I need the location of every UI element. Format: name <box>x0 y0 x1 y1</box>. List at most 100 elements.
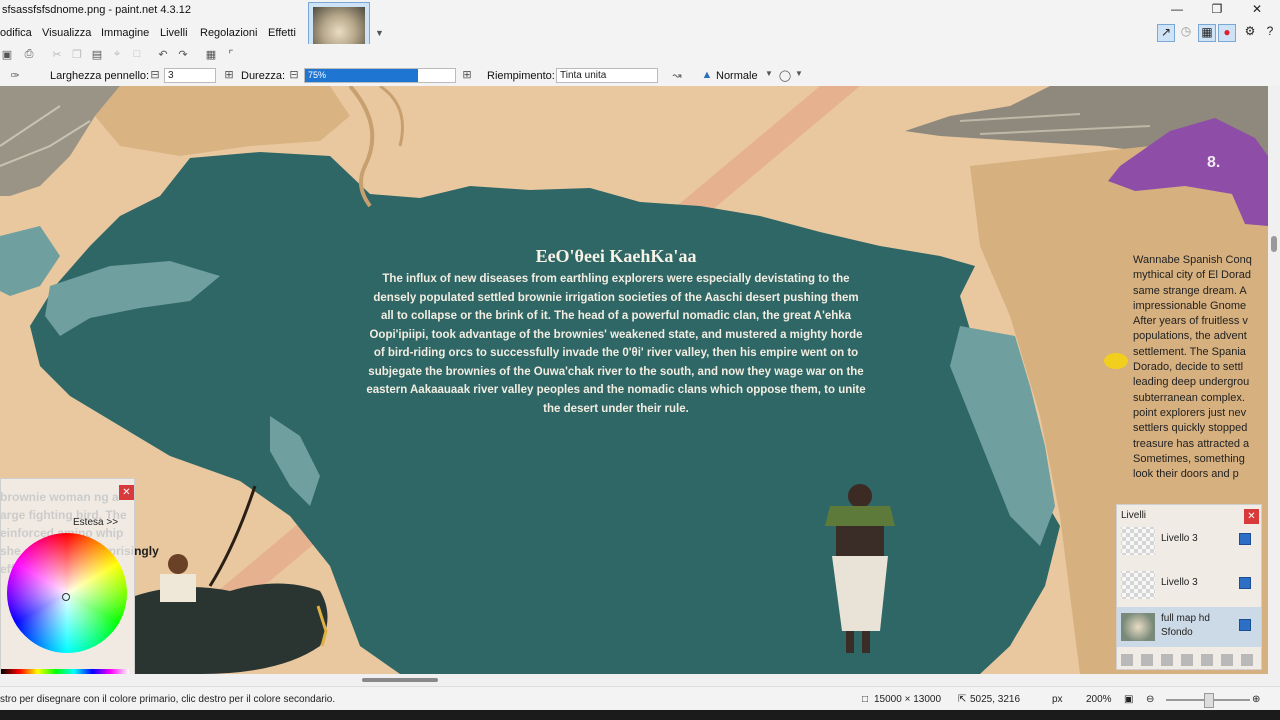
deselect-icon[interactable]: □ <box>130 48 144 62</box>
side-text-line: Sometimes, something <box>1133 452 1245 465</box>
decrease-icon[interactable]: ⊟ <box>287 68 301 82</box>
menu-layers[interactable]: Livelli <box>160 27 188 39</box>
layer-visibility-checkbox[interactable] <box>1239 619 1251 631</box>
side-text-line: settlement. The Spania <box>1133 345 1246 358</box>
taskbar <box>0 710 1280 720</box>
horizontal-scroll-thumb[interactable] <box>362 678 438 682</box>
restore-icon[interactable]: ❐ <box>1202 2 1232 20</box>
layer-properties-icon[interactable] <box>1241 654 1253 666</box>
delete-layer-icon[interactable] <box>1141 654 1153 666</box>
menu-bar: odifica Visualizza Immagine Livelli Rego… <box>0 22 1280 44</box>
copy-icon[interactable]: ❐ <box>70 48 84 62</box>
fill-select[interactable]: Tinta unita <box>556 68 658 83</box>
side-text-line: same strange dream. A <box>1133 284 1247 297</box>
title-bar: sfsassfsfsdnome.png - paint.net 4.3.12 —… <box>0 0 1280 22</box>
side-text-line: point explorers just nev <box>1133 406 1247 419</box>
image-canvas[interactable]: 8. EeO'θeei KaehKa'aa The influx of new … <box>0 86 1268 674</box>
redo-icon[interactable]: ↷ <box>176 48 190 62</box>
decrease-icon[interactable]: ⊟ <box>148 68 162 82</box>
zoom-in-icon[interactable]: ⊕ <box>1252 694 1260 705</box>
map-title: EeO'θeei KaehKa'aa <box>535 246 697 266</box>
add-layer-icon[interactable] <box>1121 654 1133 666</box>
layer-row[interactable]: Livello 3 <box>1117 521 1261 561</box>
status-bar: stro per disegnare con il colore primari… <box>0 686 1280 711</box>
antialias-icon[interactable]: ↝ <box>670 69 684 83</box>
vertical-scrollbar[interactable] <box>1268 86 1280 674</box>
print-icon[interactable]: ⎙ <box>22 48 36 62</box>
crop-icon[interactable]: ⌖ <box>110 48 124 62</box>
cursor-position-icon: ⇱ <box>958 694 967 705</box>
vertical-scroll-thumb[interactable] <box>1271 236 1277 252</box>
brush-width-label: Larghezza pennello: <box>50 70 150 82</box>
paste-icon[interactable]: ▤ <box>90 48 104 62</box>
duplicate-layer-icon[interactable] <box>1161 654 1173 666</box>
status-hint: stro per disegnare con il colore primari… <box>0 694 336 705</box>
layer-visibility-checkbox[interactable] <box>1239 533 1251 545</box>
side-text-line: mythical city of El Dorad <box>1133 269 1251 282</box>
colors-panel: ✕ Estesa >> <box>0 478 135 686</box>
minimize-icon[interactable]: — <box>1162 2 1192 20</box>
hardness-slider[interactable]: 75% <box>304 68 456 83</box>
toolbar: ▣ ⎙ ✂ ❐ ▤ ⌖ □ ↶ ↷ ▦ ⌜ <box>0 44 1280 66</box>
side-text-line: treasure has attracted a <box>1133 437 1250 450</box>
window-title: sfsassfsfsdnome.png - paint.net 4.3.12 <box>2 4 191 16</box>
extended-mode-button[interactable]: Estesa >> <box>73 517 118 528</box>
background-layer-name: Sfondo <box>1161 627 1193 638</box>
brush-width-input[interactable]: 3 <box>164 68 216 83</box>
paintbrush-icon[interactable]: ✑ <box>8 69 22 83</box>
menu-view[interactable]: Visualizza <box>42 27 91 39</box>
blend-mode-icon[interactable]: ▲ <box>700 69 714 83</box>
undo-icon[interactable]: ↶ <box>156 48 170 62</box>
chevron-down-icon[interactable]: ▼ <box>792 69 806 83</box>
gear-icon[interactable]: ⚙ <box>1242 24 1258 40</box>
layer-thumbnail <box>1121 527 1155 555</box>
move-layer-down-icon[interactable] <box>1221 654 1233 666</box>
layer-thumbnail <box>1121 571 1155 599</box>
side-text-line: leading deep undergrou <box>1133 376 1250 389</box>
increase-icon[interactable]: ⊞ <box>222 68 236 82</box>
color-picker-handle[interactable] <box>62 593 70 601</box>
side-text-block: Wannabe Spanish Conq mythical city of El… <box>1133 253 1268 482</box>
colors-window-icon[interactable]: ● <box>1218 24 1236 42</box>
help-icon[interactable]: ? <box>1262 24 1278 40</box>
layer-row[interactable]: Livello 3 <box>1117 565 1261 605</box>
selection-mode-icon[interactable]: ◯ <box>778 69 792 83</box>
tool-options-bar: ✑ Larghezza pennello: ⊟ 3 ⊞ Durezza: ⊟ 7… <box>0 66 1280 87</box>
menu-image[interactable]: Immagine <box>101 27 149 39</box>
layers-panel: Livelli ✕ Livello 3 Livello 3 full map h… <box>1116 504 1262 670</box>
chevron-down-icon[interactable]: ▼ <box>375 28 384 38</box>
menu-adjustments[interactable]: Regolazioni <box>200 27 257 39</box>
side-text-line: subterranean complex. <box>1133 391 1245 404</box>
side-text-line: Dorado, decide to settl <box>1133 361 1244 374</box>
image-size: 15000 × 13000 <box>874 694 942 705</box>
history-window-icon[interactable]: ◷ <box>1178 24 1194 40</box>
layers-window-icon[interactable]: ▦ <box>1198 24 1216 42</box>
zoom-slider-thumb[interactable] <box>1204 693 1214 708</box>
zoom-level[interactable]: 200% <box>1086 694 1112 705</box>
blend-mode-select[interactable]: Normale <box>716 70 758 82</box>
tools-window-icon[interactable]: ↗ <box>1157 24 1175 42</box>
ruler-icon[interactable]: ⌜ <box>224 48 238 62</box>
hardness-value: 75% <box>308 70 327 80</box>
zoom-fit-icon[interactable]: ▣ <box>1124 694 1133 705</box>
zoom-out-icon[interactable]: ⊖ <box>1146 694 1154 705</box>
close-icon[interactable]: ✕ <box>119 485 134 500</box>
move-layer-up-icon[interactable] <box>1201 654 1213 666</box>
layer-visibility-checkbox[interactable] <box>1239 577 1251 589</box>
menu-effects[interactable]: Effetti <box>268 27 296 39</box>
chevron-down-icon[interactable]: ▼ <box>762 69 776 83</box>
increase-icon[interactable]: ⊞ <box>460 68 474 82</box>
cut-icon[interactable]: ✂ <box>50 48 64 62</box>
fill-label: Riempimento: <box>487 70 555 82</box>
menu-edit[interactable]: odifica <box>0 27 32 39</box>
horizontal-scrollbar[interactable] <box>0 674 1268 686</box>
merge-layer-icon[interactable] <box>1181 654 1193 666</box>
grid-icon[interactable]: ▦ <box>204 48 218 62</box>
unit-select[interactable]: px <box>1052 694 1063 705</box>
side-text-line: settlers quickly stopped <box>1133 422 1248 435</box>
save-icon[interactable]: ▣ <box>0 48 14 62</box>
layer-row-selected[interactable]: full map hd Sfondo <box>1117 607 1261 647</box>
close-icon[interactable]: ✕ <box>1242 2 1272 20</box>
map-description: The influx of new diseases from earthlin… <box>366 273 866 415</box>
layers-panel-title: Livelli <box>1121 510 1147 521</box>
